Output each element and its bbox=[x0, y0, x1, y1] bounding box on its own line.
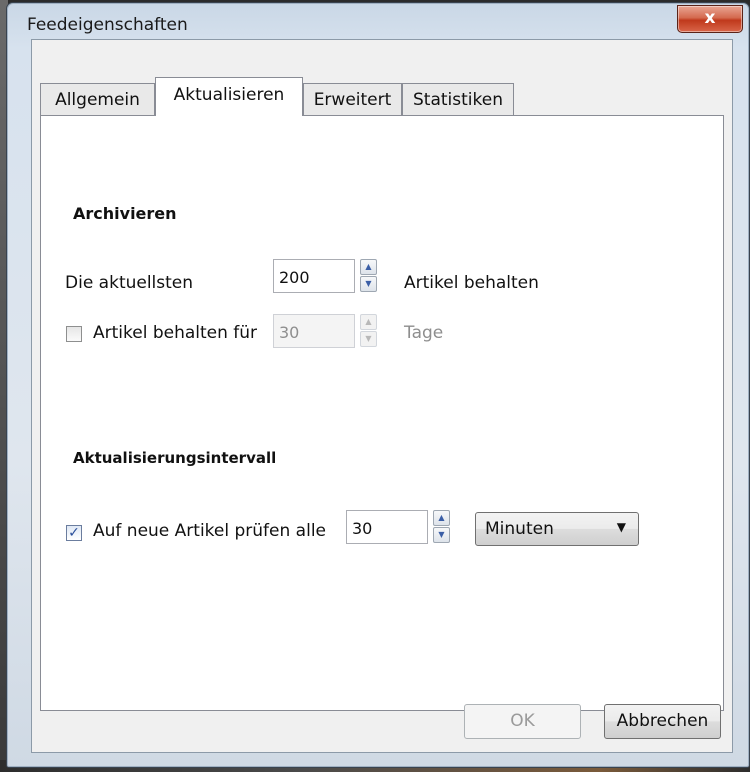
tab-aktualisieren[interactable]: Aktualisieren bbox=[155, 77, 303, 116]
tab-label: Aktualisieren bbox=[173, 85, 285, 105]
tab-erweitert[interactable]: Erweitert bbox=[303, 83, 402, 115]
window-title: Feedeigenschaften bbox=[27, 15, 188, 35]
interval-spinner: ▲ ▼ bbox=[433, 510, 451, 544]
keep-latest-input[interactable]: 200 bbox=[273, 259, 355, 293]
interval-input[interactable]: 30 bbox=[346, 510, 428, 544]
ok-button[interactable]: OK bbox=[464, 704, 581, 739]
keep-for-label: Artikel behalten für bbox=[93, 323, 258, 343]
tab-allgemein[interactable]: Allgemein bbox=[40, 83, 155, 115]
keep-latest-suffix: Artikel behalten bbox=[404, 273, 539, 293]
spin-down-icon[interactable]: ▼ bbox=[360, 276, 377, 292]
keep-for-suffix: Tage bbox=[404, 323, 444, 343]
spin-up-icon[interactable]: ▲ bbox=[433, 510, 450, 526]
close-button[interactable]: x bbox=[677, 5, 743, 33]
tab-panel-aktualisieren: Archivieren Die aktuellsten 200 ▲ ▼ Arti… bbox=[40, 115, 724, 711]
spin-down-icon[interactable]: ▼ bbox=[360, 331, 377, 347]
archive-section-title: Archivieren bbox=[73, 204, 177, 223]
tab-label: Allgemein bbox=[55, 90, 140, 110]
close-icon: x bbox=[704, 8, 716, 28]
cancel-button[interactable]: Abbrechen bbox=[604, 704, 721, 739]
dialog-window: Feedeigenschaften x Allgemein Aktualisie… bbox=[6, 2, 750, 768]
keep-latest-spinner: ▲ ▼ bbox=[360, 259, 378, 293]
dialog-client-area: Allgemein Aktualisieren Erweitert Statis… bbox=[31, 39, 733, 753]
tab-label: Statistiken bbox=[413, 90, 503, 110]
interval-unit-select[interactable]: Minuten ▼ bbox=[475, 512, 639, 546]
interval-unit-value: Minuten bbox=[485, 519, 554, 539]
spin-down-icon[interactable]: ▼ bbox=[433, 527, 450, 543]
chevron-down-icon: ▼ bbox=[616, 520, 626, 534]
keep-for-checkbox[interactable] bbox=[66, 326, 82, 342]
update-section-title: Aktualisierungsintervall bbox=[73, 449, 277, 467]
keep-for-spinner: ▲ ▼ bbox=[360, 314, 378, 348]
auto-check-label: Auf neue Artikel prüfen alle bbox=[93, 521, 326, 541]
tab-statistiken[interactable]: Statistiken bbox=[402, 83, 514, 115]
keep-for-input[interactable]: 30 bbox=[273, 314, 355, 348]
spin-up-icon[interactable]: ▲ bbox=[360, 314, 377, 330]
spin-up-icon[interactable]: ▲ bbox=[360, 259, 377, 275]
auto-check-checkbox[interactable]: ✓ bbox=[66, 525, 82, 541]
tab-label: Erweitert bbox=[313, 90, 392, 110]
keep-latest-label: Die aktuellsten bbox=[65, 273, 194, 293]
title-bar[interactable]: Feedeigenschaften x bbox=[7, 3, 749, 39]
check-mark-icon: ✓ bbox=[68, 525, 80, 541]
